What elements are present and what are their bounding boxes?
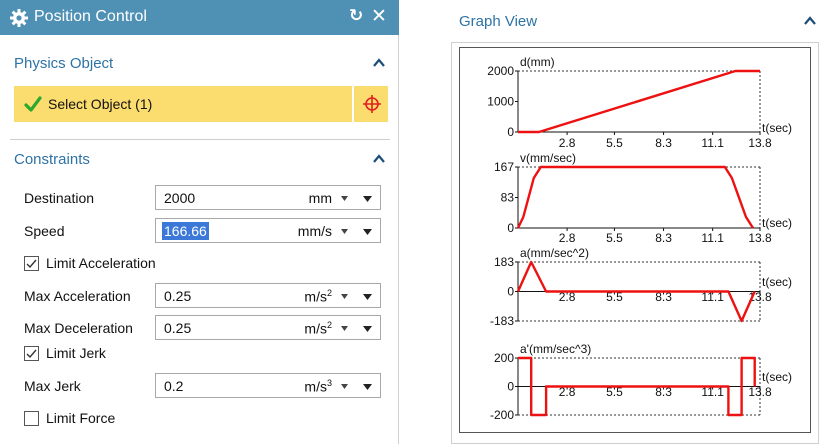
checkbox-check-icon bbox=[26, 259, 37, 269]
max-acceleration-label: Max Acceleration bbox=[24, 288, 131, 304]
max-jerk-value[interactable]: 0.2 bbox=[164, 378, 183, 394]
chart-y-axis-label: a(mm/sec^2) bbox=[520, 246, 589, 260]
chart-x-axis-label: t(sec) bbox=[762, 275, 792, 289]
chevron-up-icon[interactable] bbox=[372, 152, 386, 166]
max-deceleration-unit[interactable]: m/s2 bbox=[304, 320, 332, 337]
chart-x-tick-label: 11.1 bbox=[701, 231, 724, 245]
chart-y-tick-label: -200 bbox=[490, 408, 514, 422]
chart-x-axis-label: t(sec) bbox=[762, 216, 792, 230]
max-jerk-field[interactable]: 0.2 m/s3 bbox=[155, 373, 381, 398]
chart-y-tick-label: 183 bbox=[494, 255, 514, 269]
unit-dropdown-icon[interactable] bbox=[341, 326, 348, 331]
chart-y-tick-label: 0 bbox=[507, 125, 514, 139]
chart-x-tick-label: 8.3 bbox=[655, 231, 672, 245]
chart-x-tick-label: 2.8 bbox=[559, 136, 576, 150]
chart-y-tick-label: 1000 bbox=[487, 95, 514, 109]
graph-view-title: Graph View bbox=[459, 13, 538, 30]
physics-object-section-header[interactable]: Physics Object bbox=[14, 55, 388, 77]
chart-x-tick-label: 2.8 bbox=[559, 231, 576, 245]
section-divider bbox=[10, 139, 390, 140]
crosshair-icon bbox=[363, 95, 381, 113]
select-object-label: Select Object (1) bbox=[48, 96, 153, 112]
reset-icon[interactable]: ↻ bbox=[349, 6, 363, 26]
chart-x-tick-label: 5.5 bbox=[606, 136, 623, 150]
close-icon[interactable]: ✕ bbox=[371, 5, 387, 28]
limit-acceleration-label: Limit Acceleration bbox=[46, 255, 156, 271]
unit-dropdown-icon[interactable] bbox=[341, 384, 348, 389]
dialog-titlebar: Position Control ↻ ✕ bbox=[0, 0, 399, 35]
limit-jerk-label: Limit Jerk bbox=[46, 345, 106, 361]
chart-y-tick-label: 83 bbox=[501, 191, 515, 205]
max-acceleration-unit[interactable]: m/s2 bbox=[304, 288, 332, 305]
position-control-dialog: Position Control ↻ ✕ Physics Object Sele… bbox=[0, 0, 399, 444]
max-acceleration-field[interactable]: 0.25 m/s2 bbox=[155, 283, 381, 308]
limit-acceleration-checkbox[interactable] bbox=[24, 256, 39, 271]
chart-x-axis-label: t(sec) bbox=[762, 370, 792, 384]
speed-label: Speed bbox=[24, 223, 65, 239]
unit-dropdown-icon[interactable] bbox=[341, 196, 348, 201]
chart-series-line bbox=[516, 165, 755, 229]
dialog-title: Position Control bbox=[34, 8, 147, 25]
chevron-up-icon[interactable] bbox=[803, 14, 817, 28]
checkbox-check-icon bbox=[26, 349, 37, 359]
destination-field[interactable]: 2000 mm bbox=[155, 185, 381, 210]
max-acceleration-value[interactable]: 0.25 bbox=[164, 288, 191, 304]
physics-object-section-title: Physics Object bbox=[14, 55, 114, 72]
checkmark-icon bbox=[24, 96, 42, 112]
options-dropdown-icon[interactable] bbox=[363, 229, 372, 235]
chart-series-line bbox=[518, 356, 756, 417]
chart-y-tick-label: 0 bbox=[507, 221, 514, 235]
unit-dropdown-icon[interactable] bbox=[341, 294, 348, 299]
max-deceleration-label: Max Deceleration bbox=[24, 320, 133, 336]
max-jerk-label: Max Jerk bbox=[24, 378, 81, 394]
constraints-section-title: Constraints bbox=[14, 151, 90, 168]
destination-label: Destination bbox=[24, 190, 95, 206]
unit-dropdown-icon[interactable] bbox=[341, 229, 348, 234]
chart-y-axis-label: v(mm/sec) bbox=[520, 151, 576, 165]
chart-x-tick-label: 13.8 bbox=[748, 231, 772, 245]
options-dropdown-icon[interactable] bbox=[363, 326, 372, 332]
limit-jerk-checkbox[interactable] bbox=[24, 346, 39, 361]
chart-x-tick-label: 11.1 bbox=[701, 136, 724, 150]
limit-force-checkbox[interactable] bbox=[24, 411, 39, 426]
chart-y-tick-label: 200 bbox=[494, 351, 514, 365]
select-object-button[interactable] bbox=[352, 86, 388, 122]
max-deceleration-value[interactable]: 0.25 bbox=[164, 320, 191, 336]
speed-unit[interactable]: mm/s bbox=[298, 223, 332, 239]
chart-x-tick-label: 13.8 bbox=[748, 136, 772, 150]
chart-series-line bbox=[518, 69, 760, 134]
gear-icon bbox=[10, 9, 28, 27]
chart-y-tick-label: 0 bbox=[507, 285, 514, 299]
chart-y-tick-label: 0 bbox=[507, 380, 514, 394]
speed-field[interactable]: 166.66 mm/s bbox=[155, 218, 381, 243]
constraints-section-header[interactable]: Constraints bbox=[14, 151, 388, 173]
graph-view-charts: 2000100002.8 5.5 8.3 11.1 13.8d(mm)t(sec)167… bbox=[487, 55, 792, 422]
options-dropdown-icon[interactable] bbox=[363, 196, 372, 202]
chart-y-axis-label: d(mm) bbox=[520, 55, 555, 69]
chart-x-tick-label: 8.3 bbox=[655, 136, 672, 150]
limit-force-label: Limit Force bbox=[46, 410, 116, 426]
chevron-up-icon[interactable] bbox=[372, 56, 386, 70]
chart-x-tick-label: 5.5 bbox=[606, 231, 623, 245]
speed-value[interactable]: 166.66 bbox=[162, 222, 209, 240]
destination-unit[interactable]: mm bbox=[309, 190, 332, 206]
select-object-row[interactable]: Select Object (1) bbox=[14, 86, 388, 122]
max-deceleration-field[interactable]: 0.25 m/s2 bbox=[155, 315, 381, 340]
chart-y-tick-label: 167 bbox=[494, 160, 514, 174]
options-dropdown-icon[interactable] bbox=[363, 294, 372, 300]
max-jerk-unit[interactable]: m/s3 bbox=[304, 378, 332, 395]
options-dropdown-icon[interactable] bbox=[363, 384, 372, 390]
chart-x-axis-label: t(sec) bbox=[762, 121, 792, 135]
chart-y-tick-label: -183 bbox=[490, 314, 514, 328]
chart-y-axis-label: a'(mm/sec^3) bbox=[520, 342, 591, 356]
chart-y-tick-label: 2000 bbox=[487, 64, 514, 78]
chart-series-line bbox=[516, 260, 756, 323]
chart-x-tick-label: 13.8 bbox=[748, 385, 772, 399]
destination-value[interactable]: 2000 bbox=[164, 190, 195, 206]
graph-view-canvas: 2000 1000 0 2.8 5.5 8.3 11.1 13.8 d(mm) t(sec) 167… bbox=[459, 47, 811, 433]
